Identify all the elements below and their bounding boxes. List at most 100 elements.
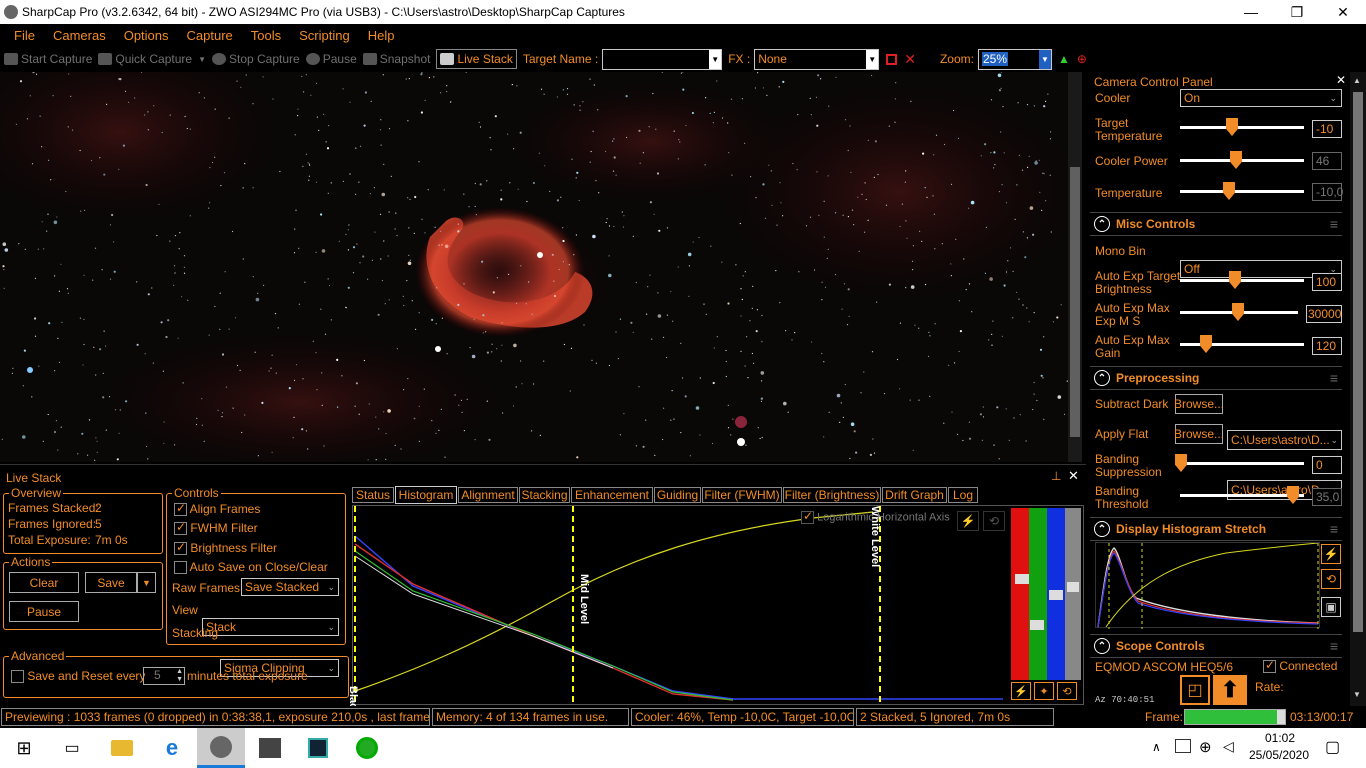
camera-preview[interactable] xyxy=(0,72,1068,462)
save-dropdown-button[interactable]: ▼ xyxy=(137,572,156,593)
star-icon[interactable]: ✦ xyxy=(1034,682,1054,700)
tab-enhancement[interactable]: Enhancement xyxy=(571,487,653,503)
maximize-button[interactable]: ❐ xyxy=(1274,0,1320,24)
ccp-scrollbar[interactable]: ▲ ▼ xyxy=(1350,72,1366,706)
tab-filter-fwhm[interactable]: Filter (FWHM) xyxy=(702,487,782,503)
close-panel-icon[interactable]: ✕ xyxy=(1068,468,1079,484)
reset-icon[interactable]: ⟲ xyxy=(983,511,1005,531)
tab-status[interactable]: Status xyxy=(352,487,394,503)
scrollbar-thumb[interactable] xyxy=(1353,92,1363,632)
zoom-dropdown[interactable]: 25% ▼ xyxy=(977,48,1052,70)
tab-drift-graph[interactable]: Drift Graph xyxy=(882,487,947,503)
spiral-search-icon[interactable]: ◰ xyxy=(1180,675,1210,705)
save-reset-checkbox[interactable]: Save and Reset every xyxy=(11,669,145,684)
app-icon-3[interactable] xyxy=(294,728,342,768)
fx-dropdown[interactable]: None ▼ xyxy=(754,48,880,70)
file-explorer-icon[interactable] xyxy=(98,728,146,768)
green-slider-thumb[interactable] xyxy=(1030,620,1044,630)
brightness-filter-checkbox[interactable]: Brightness Filter xyxy=(174,540,277,556)
globe-icon[interactable]: ⊕ xyxy=(1199,738,1212,756)
ae-brightness-slider[interactable] xyxy=(1180,271,1304,289)
banding-suppression-input[interactable]: 0 xyxy=(1312,456,1342,474)
volume-icon[interactable]: ◁ xyxy=(1223,738,1234,755)
blue-slider-thumb[interactable] xyxy=(1049,590,1063,600)
cooler-dropdown[interactable]: On ⌄ xyxy=(1180,89,1342,107)
menu-help[interactable]: Help xyxy=(359,28,404,43)
connected-checkbox[interactable]: Connected xyxy=(1263,658,1337,674)
reset-icon[interactable]: ⟲ xyxy=(1321,569,1341,589)
histogram-chart[interactable] xyxy=(353,506,1005,704)
save-icon[interactable]: ▣ xyxy=(1321,597,1341,617)
menu-cameras[interactable]: Cameras xyxy=(44,28,115,43)
scroll-down-icon[interactable]: ▼ xyxy=(1353,690,1361,699)
clock-date[interactable]: 25/05/2020 xyxy=(1244,748,1314,762)
app-icon-4[interactable] xyxy=(343,728,391,768)
misc-controls-header[interactable]: ⌃ Misc Controls ≡ xyxy=(1090,212,1342,236)
live-stack-button[interactable]: Live Stack xyxy=(436,49,517,69)
banding-suppression-slider[interactable] xyxy=(1175,454,1304,472)
slew-north-button[interactable]: ⬆ xyxy=(1213,675,1247,705)
align-frames-checkbox[interactable]: Align Frames xyxy=(174,501,260,517)
reset-small-icon[interactable]: ⟲ xyxy=(1057,682,1077,700)
minimize-button[interactable]: — xyxy=(1228,0,1274,24)
tab-alignment[interactable]: Alignment xyxy=(458,487,518,503)
flat-browse-button[interactable]: Browse... xyxy=(1174,424,1224,444)
slider-knob[interactable] xyxy=(1229,271,1241,289)
scrollbar-thumb[interactable] xyxy=(1070,167,1080,437)
menu-capture[interactable]: Capture xyxy=(178,28,242,43)
ae-maxexp-slider[interactable] xyxy=(1180,303,1298,321)
crop-icon[interactable] xyxy=(886,53,898,65)
menu-options[interactable]: Options xyxy=(115,28,178,43)
quick-capture-button[interactable]: Quick Capture ▼ xyxy=(98,52,206,66)
slider-knob[interactable] xyxy=(1226,118,1238,136)
fwhm-filter-checkbox[interactable]: FWHM Filter xyxy=(174,520,258,536)
edge-browser-icon[interactable]: e xyxy=(148,728,196,768)
windows-start-icon[interactable]: ⊞ xyxy=(0,728,48,768)
preview-scrollbar[interactable] xyxy=(1068,72,1082,462)
tab-stacking[interactable]: Stacking xyxy=(519,487,570,503)
target-name-dropdown[interactable]: ▼ xyxy=(602,48,723,70)
scroll-up-icon[interactable]: ▲ xyxy=(1353,76,1361,85)
tab-filter-brightness[interactable]: Filter (Brightness) xyxy=(783,487,881,503)
ae-brightness-input[interactable]: 100 xyxy=(1312,273,1342,291)
close-button[interactable]: ✕ xyxy=(1320,0,1366,24)
pause-button[interactable]: Pause xyxy=(305,52,357,66)
close-ccp-icon[interactable]: ✕ xyxy=(1336,73,1346,87)
slider-knob[interactable] xyxy=(1200,335,1212,353)
start-capture-button[interactable]: Start Capture xyxy=(4,52,92,66)
stretch-histogram[interactable] xyxy=(1095,542,1320,629)
tab-guiding[interactable]: Guiding xyxy=(654,487,701,503)
minutes-stepper[interactable]: 5 ▲ ▼ xyxy=(143,667,185,685)
save-button[interactable]: Save xyxy=(85,572,137,593)
log-axis-checkbox[interactable]: Logarithmic Horizontal Axis xyxy=(801,509,950,524)
crosshair-off-icon[interactable]: ✕ xyxy=(904,51,916,68)
tab-histogram[interactable]: Histogram xyxy=(395,486,457,504)
notification-icon[interactable]: ▢ xyxy=(1325,737,1340,757)
menu-scripting[interactable]: Scripting xyxy=(290,28,359,43)
target-temp-input[interactable]: -10 xyxy=(1312,120,1342,138)
pin-icon[interactable]: ⊥ xyxy=(1051,469,1061,483)
autosave-checkbox[interactable]: Auto Save on Close/Clear xyxy=(174,560,328,575)
luma-slider-thumb[interactable] xyxy=(1067,582,1079,592)
pause-stack-button[interactable]: Pause xyxy=(9,601,79,622)
menu-tools[interactable]: Tools xyxy=(242,28,290,43)
tray-chevron-icon[interactable]: ∧ xyxy=(1152,740,1161,754)
target-temp-slider[interactable] xyxy=(1180,118,1304,136)
dark-path-dropdown[interactable]: C:\Users\astro\D... ⌄ xyxy=(1227,430,1342,450)
histogram-icon[interactable]: ▲ xyxy=(1058,52,1070,66)
network-icon[interactable] xyxy=(1175,739,1191,753)
menu-file[interactable]: File xyxy=(0,28,44,43)
auto-stretch-small-icon[interactable]: ⚡ xyxy=(1011,682,1031,700)
sharpcap-taskbar-icon[interactable] xyxy=(197,728,245,768)
stepper-arrows-icon[interactable]: ▲ ▼ xyxy=(176,668,183,684)
ae-maxgain-slider[interactable] xyxy=(1180,335,1304,353)
slider-knob[interactable] xyxy=(1175,454,1187,472)
slider-knob[interactable] xyxy=(1232,303,1244,321)
auto-stretch-icon[interactable]: ⚡ xyxy=(957,511,979,531)
auto-stretch-icon[interactable]: ⚡ xyxy=(1321,544,1341,564)
preprocessing-header[interactable]: ⌃ Preprocessing ≡ xyxy=(1090,366,1342,390)
stop-capture-button[interactable]: Stop Capture xyxy=(212,52,300,66)
app-icon-2[interactable] xyxy=(246,728,294,768)
task-view-icon[interactable]: ▭ xyxy=(48,728,96,768)
scope-controls-header[interactable]: ⌃ Scope Controls ≡ xyxy=(1090,634,1342,658)
